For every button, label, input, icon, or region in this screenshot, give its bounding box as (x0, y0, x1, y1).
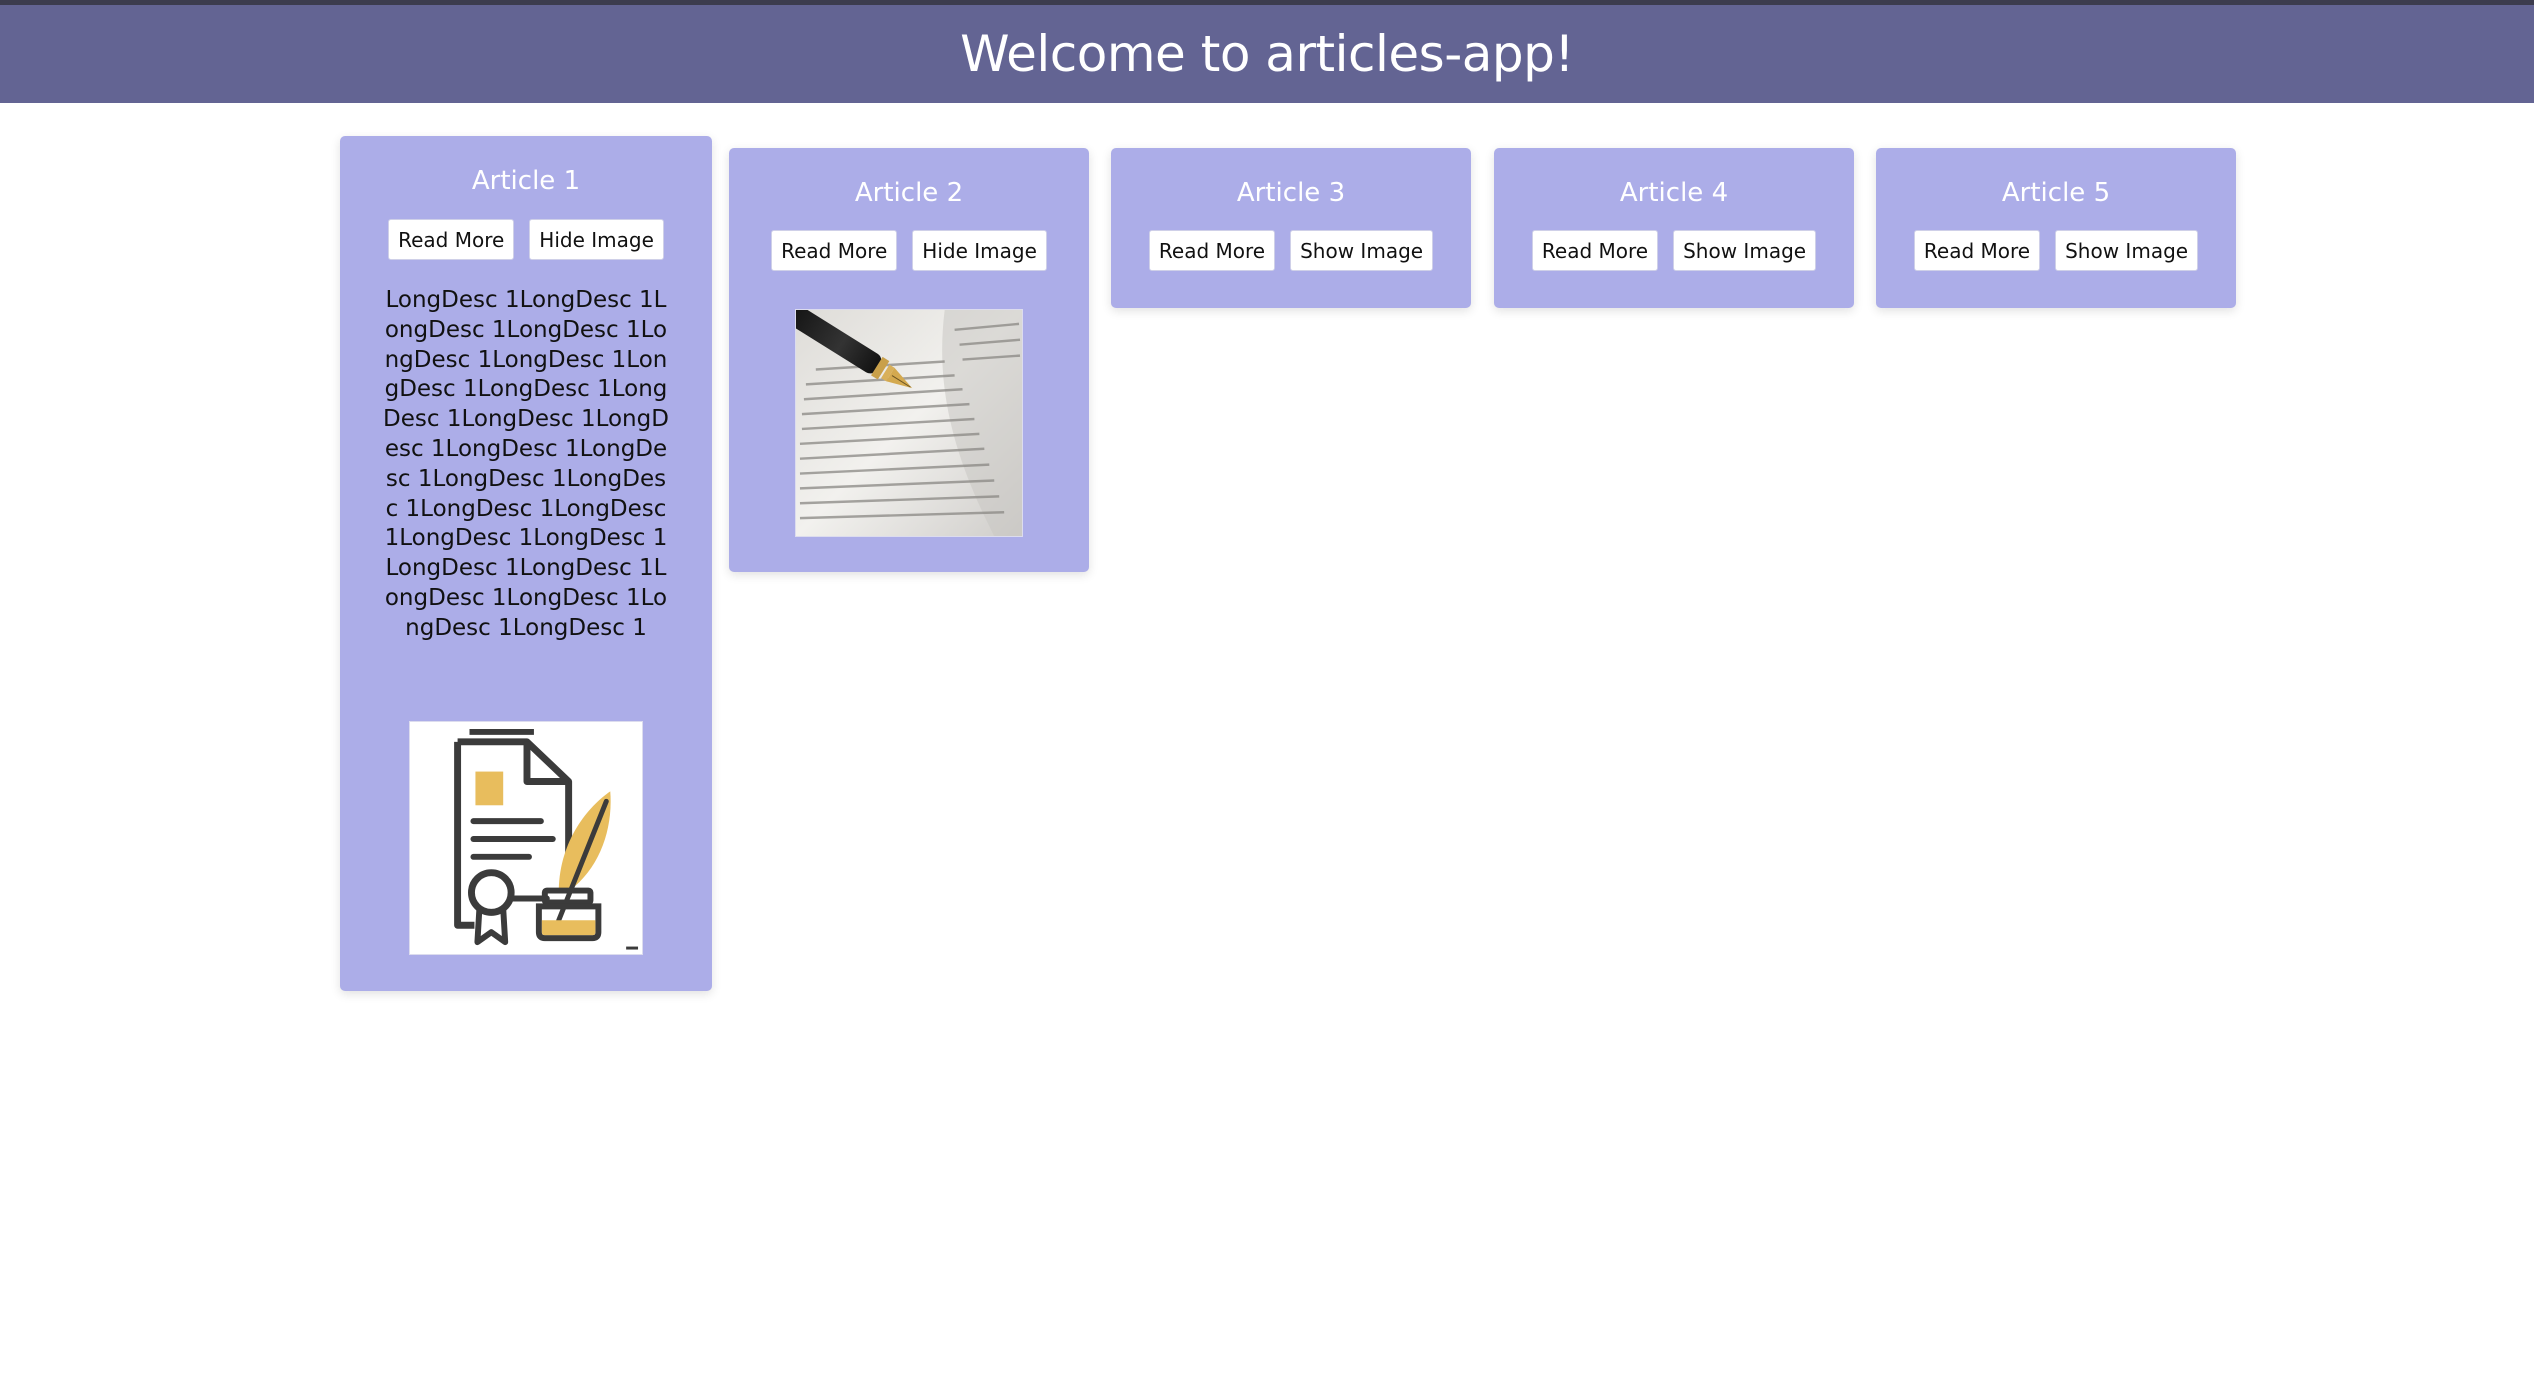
hide-image-button[interactable]: Hide Image (912, 230, 1047, 271)
app-header: Welcome to articles-app! (0, 0, 2534, 103)
read-more-button[interactable]: Read More (771, 230, 898, 271)
article-title: Article 4 (1619, 178, 1729, 208)
fountain-pen-on-book-photo (796, 310, 1022, 536)
article-card-1: Article 1 Read More Hide Image LongDesc … (340, 136, 712, 991)
show-image-button[interactable]: Show Image (1673, 230, 1817, 271)
page-title: Welcome to articles-app! (960, 25, 1574, 83)
article-card-4: Article 4 Read More Show Image (1494, 148, 1854, 308)
certificate-quill-icon (410, 722, 642, 954)
article-card-5: Article 5 Read More Show Image (1876, 148, 2236, 308)
read-more-button[interactable]: Read More (1531, 230, 1659, 271)
article-image (795, 309, 1023, 537)
article-title: Article 1 (471, 166, 581, 196)
article-description: LongDesc 1LongDesc 1LongDesc 1LongDesc 1… (383, 287, 669, 641)
article-title: Article 2 (854, 178, 964, 208)
article-title: Article 5 (2001, 178, 2111, 208)
article-image (409, 721, 643, 955)
read-more-button[interactable]: Read More (1913, 230, 2041, 271)
article-card-2: Article 2 Read More Hide Image (729, 148, 1089, 572)
read-more-button[interactable]: Read More (388, 219, 515, 260)
read-more-button[interactable]: Read More (1148, 230, 1276, 271)
hide-image-button[interactable]: Hide Image (529, 219, 664, 260)
show-image-button[interactable]: Show Image (2055, 230, 2199, 271)
article-card-3: Article 3 Read More Show Image (1111, 148, 1471, 308)
show-image-button[interactable]: Show Image (1290, 230, 1434, 271)
article-title: Article 3 (1236, 178, 1346, 208)
